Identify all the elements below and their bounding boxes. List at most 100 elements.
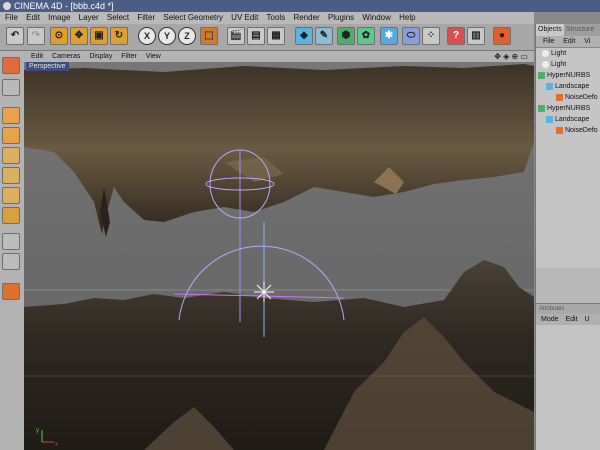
object-row[interactable]: Landscape: [536, 114, 600, 125]
undo-icon[interactable]: ↶: [6, 27, 24, 45]
hypernurbs-icon: [538, 71, 545, 79]
cube-primitive-icon[interactable]: ◆: [295, 27, 313, 45]
menu-render[interactable]: Render: [293, 13, 319, 22]
spline-pen-icon[interactable]: ✎: [315, 27, 333, 45]
use-edges-tool-icon[interactable]: [2, 127, 20, 144]
use-points-tool-icon[interactable]: [2, 107, 20, 124]
menu-tools[interactable]: Tools: [267, 13, 286, 22]
editor-camera-icon[interactable]: ▥: [467, 27, 485, 45]
menu-file[interactable]: File: [5, 13, 18, 22]
landscape-icon: [546, 115, 553, 123]
objects-menu-edit[interactable]: Edit: [563, 38, 575, 45]
x-axis-lock-button[interactable]: X: [138, 27, 156, 45]
objects-menu-file[interactable]: File: [543, 38, 554, 45]
viewport-navigation-icons[interactable]: ✥ ◈ ⊕ ▭: [494, 51, 528, 62]
move-tool-icon[interactable]: ✥: [70, 27, 88, 45]
menu-filter[interactable]: Filter: [137, 13, 155, 22]
object-name: Landscape: [555, 83, 590, 90]
animation-mode-icon[interactable]: [2, 207, 20, 224]
tab-structure[interactable]: Structure: [564, 24, 596, 36]
object-name: HyperNURBS: [547, 105, 591, 112]
render-settings-icon[interactable]: ▦: [267, 27, 285, 45]
objects-panel-menu: File Edit Vi: [536, 36, 600, 47]
object-row[interactable]: Light: [536, 59, 600, 70]
attributes-menu-edit[interactable]: Edit: [565, 316, 577, 323]
rotate-tool-icon[interactable]: ↻: [110, 27, 128, 45]
attributes-menu-mode[interactable]: Mode: [541, 316, 559, 323]
use-object-tool-icon[interactable]: [2, 79, 20, 96]
viewport-perspective-label: Perspective: [26, 62, 69, 71]
menu-uv-edit[interactable]: UV Edit: [231, 13, 258, 22]
object-row[interactable]: NoiseDefo: [536, 125, 600, 136]
menu-window[interactable]: Window: [362, 13, 390, 22]
window-titlebar: CINEMA 4D - [bbb.c4d *]: [0, 0, 600, 12]
object-name: Landscape: [555, 116, 590, 123]
viewport-menu-cameras[interactable]: Cameras: [52, 53, 80, 60]
workplane-icon[interactable]: [2, 253, 20, 270]
hypernurbs-icon: [538, 104, 545, 112]
texture-axis-icon[interactable]: [2, 167, 20, 184]
cinema4d-logo-icon: [3, 2, 11, 10]
coordinate-system-icon[interactable]: ⬚: [200, 27, 218, 45]
viewport-menubar: Edit Cameras Display Filter View ✥ ◈ ⊕ ▭: [24, 51, 534, 62]
attributes-header[interactable]: Attributes: [536, 303, 600, 314]
nurbs-icon[interactable]: ⬢: [337, 27, 355, 45]
z-axis-lock-button[interactable]: Z: [178, 27, 196, 45]
landscape-icon: [546, 82, 553, 90]
menu-layer[interactable]: Layer: [79, 13, 99, 22]
live-selection-icon[interactable]: ⊙: [50, 27, 68, 45]
attributes-body: [536, 325, 600, 450]
scene-environment-icon[interactable]: ⬭: [402, 27, 420, 45]
tab-objects[interactable]: Objects: [536, 24, 564, 36]
render-view-icon[interactable]: 🎬: [227, 27, 245, 45]
axis-x-label: x: [55, 442, 58, 448]
bodypaint-icon[interactable]: [2, 283, 20, 300]
menu-plugins[interactable]: Plugins: [328, 13, 354, 22]
viewport-menu-filter[interactable]: Filter: [121, 53, 137, 60]
deformer-icon[interactable]: ✱: [380, 27, 398, 45]
light-icon: [542, 60, 549, 68]
menu-image[interactable]: Image: [48, 13, 70, 22]
use-model-tool-icon[interactable]: [2, 57, 20, 74]
object-name: NoiseDefo: [565, 94, 598, 101]
enable-snapping-icon[interactable]: [2, 233, 20, 250]
attributes-menu-user[interactable]: U: [584, 316, 589, 323]
axis-y-label: y: [36, 428, 39, 434]
light-star-icon[interactable]: [254, 282, 274, 302]
left-tool-palette: [0, 51, 25, 450]
object-row[interactable]: HyperNURBS: [536, 70, 600, 81]
object-row[interactable]: Landscape: [536, 81, 600, 92]
render-active-view-icon[interactable]: ●: [493, 27, 511, 45]
particle-icon[interactable]: ⁘: [422, 27, 440, 45]
viewport-scene[interactable]: y x: [24, 62, 534, 450]
y-axis-lock-button[interactable]: Y: [158, 27, 176, 45]
attributes-title: Attributes: [539, 306, 565, 312]
render-picture-viewer-icon[interactable]: ▤: [247, 27, 265, 45]
panel-tabs: Objects Structure: [536, 24, 600, 36]
objects-menu-view[interactable]: Vi: [584, 38, 590, 45]
viewport-menu-edit[interactable]: Edit: [31, 53, 43, 60]
object-manager-list: Light Light HyperNURBS Landscape NoiseDe…: [536, 47, 600, 268]
window-title: CINEMA 4D - [bbb.c4d *]: [14, 1, 114, 11]
menu-edit[interactable]: Edit: [26, 13, 40, 22]
redo-icon[interactable]: ↷: [27, 27, 45, 45]
scale-tool-icon[interactable]: ▣: [90, 27, 108, 45]
object-name: NoiseDefo: [565, 127, 598, 134]
use-polygons-tool-icon[interactable]: [2, 147, 20, 164]
light-icon: [542, 49, 549, 57]
menu-select-geometry[interactable]: Select Geometry: [163, 13, 223, 22]
array-modeling-icon[interactable]: ✿: [357, 27, 375, 45]
object-row[interactable]: NoiseDefo: [536, 92, 600, 103]
viewport-menu-view[interactable]: View: [146, 53, 161, 60]
attributes-menu: Mode Edit U: [536, 314, 600, 325]
light-camera-icon[interactable]: ?: [447, 27, 465, 45]
object-row[interactable]: HyperNURBS: [536, 103, 600, 114]
menu-select[interactable]: Select: [107, 13, 129, 22]
deformer-icon: [556, 126, 563, 134]
viewport-menu-display[interactable]: Display: [89, 53, 112, 60]
menu-help[interactable]: Help: [399, 13, 415, 22]
deformer-icon: [556, 93, 563, 101]
object-axis-icon[interactable]: [2, 187, 20, 204]
object-row[interactable]: Light: [536, 48, 600, 59]
perspective-viewport[interactable]: y x Perspective: [24, 62, 534, 450]
